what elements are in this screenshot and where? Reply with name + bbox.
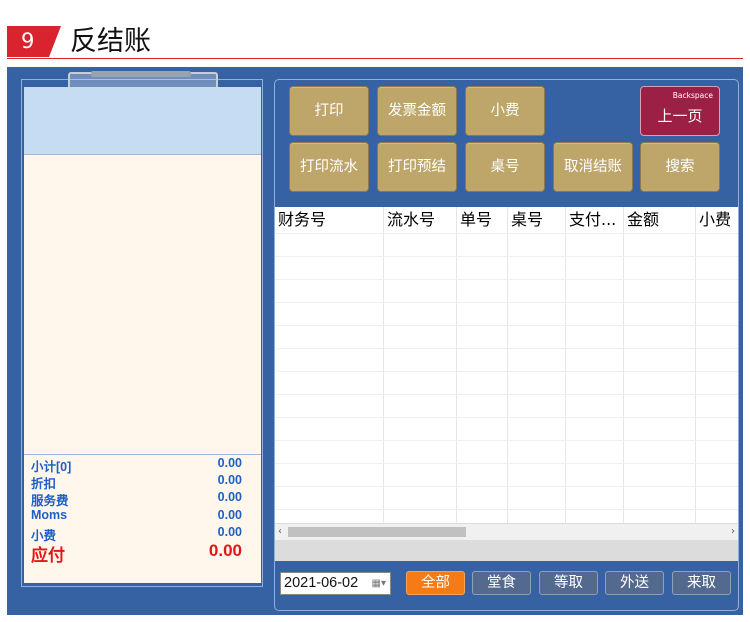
page-title: 反结账 xyxy=(70,26,151,57)
row-line xyxy=(275,394,738,395)
subtotal-value: 0.00 xyxy=(217,456,242,470)
amount-due-value: 0.00 xyxy=(208,541,242,560)
row-line xyxy=(275,463,738,464)
print-button[interactable]: 打印 xyxy=(289,86,369,136)
row-line xyxy=(275,279,738,280)
moms-label: Moms xyxy=(31,508,68,522)
page: 9 反结账 小计[0] 0.00 折扣 0.00 服务费 0.00 Moms 0… xyxy=(0,0,750,622)
row-line xyxy=(275,325,738,326)
row-line xyxy=(275,302,738,303)
scrollbar-thumb[interactable] xyxy=(288,527,466,537)
table-number-button[interactable]: 桌号 xyxy=(465,142,545,192)
filter-all-button[interactable]: 全部 xyxy=(406,571,465,595)
date-value: 2021-06-02 xyxy=(284,575,359,591)
row-line xyxy=(275,256,738,257)
section-number: 9 xyxy=(7,26,61,57)
row-line xyxy=(275,233,738,234)
column-header-order-no[interactable]: 单号 xyxy=(460,209,492,231)
row-line xyxy=(275,348,738,349)
row-line xyxy=(275,371,738,372)
column-header-serial-no[interactable]: 流水号 xyxy=(387,209,435,231)
tip-button[interactable]: 小费 xyxy=(465,86,545,136)
previous-page-button[interactable]: Backspace 上一页 xyxy=(640,86,720,136)
tip-row: 小费 0.00 xyxy=(31,525,242,543)
cancel-checkout-button[interactable]: 取消结账 xyxy=(553,142,633,192)
date-picker[interactable]: 2021-06-02 ▦▾ xyxy=(280,572,391,595)
table-footer xyxy=(275,540,738,561)
bills-table[interactable]: 财务号 流水号 单号 桌号 支付... 金额 小费 ‹ › xyxy=(275,207,738,540)
filter-delivery-button[interactable]: 外送 xyxy=(605,571,664,595)
row-line xyxy=(275,486,738,487)
scroll-left-arrow-icon[interactable]: ‹ xyxy=(278,524,282,540)
header-divider xyxy=(7,58,743,59)
column-header-payment[interactable]: 支付... xyxy=(569,209,616,231)
invoice-amount-button[interactable]: 发票金额 xyxy=(377,86,457,136)
app-window: 小计[0] 0.00 折扣 0.00 服务费 0.00 Moms 0.00 小费… xyxy=(7,67,743,615)
search-button[interactable]: 搜索 xyxy=(640,142,720,192)
previous-page-label: 上一页 xyxy=(657,107,703,125)
service-fee-row: 服务费 0.00 xyxy=(31,490,242,508)
print-flow-button[interactable]: 打印流水 xyxy=(289,142,369,192)
service-fee-label: 服务费 xyxy=(31,494,69,508)
receipt-header xyxy=(24,87,261,155)
backspace-hint: Backspace xyxy=(672,91,713,100)
order-panel: 打印 发票金额 小费 Backspace 上一页 打印流水 打印预结 桌号 取消… xyxy=(274,79,739,611)
filter-pickup-button[interactable]: 来取 xyxy=(672,571,731,595)
moms-value: 0.00 xyxy=(217,508,242,522)
column-header-finance-no[interactable]: 财务号 xyxy=(278,209,326,231)
discount-value: 0.00 xyxy=(217,473,242,487)
moms-row: Moms 0.00 xyxy=(31,508,242,525)
amount-due-label: 应付 xyxy=(31,546,65,565)
row-line xyxy=(275,509,738,510)
amount-due-row: 应付 0.00 xyxy=(31,541,242,565)
subtotal-row: 小计[0] 0.00 xyxy=(31,456,242,474)
receipt-divider xyxy=(24,454,261,455)
calendar-dropdown-icon[interactable]: ▦▾ xyxy=(372,577,386,590)
print-pre-settle-button[interactable]: 打印预结 xyxy=(377,142,457,192)
filter-dine-in-button[interactable]: 堂食 xyxy=(472,571,531,595)
receipt-paper: 小计[0] 0.00 折扣 0.00 服务费 0.00 Moms 0.00 小费… xyxy=(24,87,261,583)
service-fee-value: 0.00 xyxy=(217,490,242,504)
row-line xyxy=(275,440,738,441)
horizontal-scrollbar[interactable]: ‹ › xyxy=(275,523,738,540)
filter-waiting-button[interactable]: 等取 xyxy=(539,571,598,595)
column-header-tip[interactable]: 小费 xyxy=(699,209,731,231)
column-header-amount[interactable]: 金额 xyxy=(627,209,659,231)
tip-value: 0.00 xyxy=(217,525,242,539)
scroll-right-arrow-icon[interactable]: › xyxy=(731,524,735,540)
column-header-table-no[interactable]: 桌号 xyxy=(511,209,543,231)
row-line xyxy=(275,417,738,418)
clipboard-clip-bar xyxy=(91,71,191,77)
discount-row: 折扣 0.00 xyxy=(31,473,242,491)
